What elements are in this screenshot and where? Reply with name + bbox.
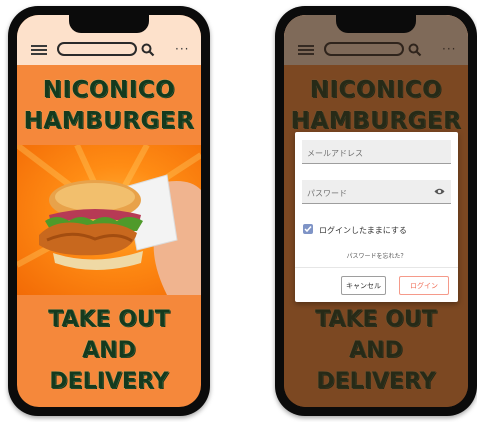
- password-placeholder: パスワード: [307, 189, 347, 198]
- menu-icon[interactable]: [31, 45, 47, 55]
- screen: ··· NICONICO HAMBURGER TAKE OUT AND DELI…: [17, 15, 201, 407]
- remember-checkbox[interactable]: [303, 224, 313, 234]
- email-placeholder: メールアドレス: [307, 149, 363, 158]
- login-dialog: メールアドレス パスワード ログインしたままにする パスワードを忘れた？ キャン…: [295, 132, 458, 302]
- phone-home-screen: ··· NICONICO HAMBURGER TAKE OUT AND DELI…: [8, 6, 210, 416]
- divider: [295, 267, 458, 268]
- phone-notch: [336, 15, 416, 33]
- brand-title: NICONICO HAMBURGER: [17, 75, 201, 137]
- forgot-password-link[interactable]: パスワードを忘れた？: [295, 251, 458, 260]
- screen: ··· NICONICO HAMBURGER TAKE OUT AND DELI…: [284, 15, 468, 407]
- brand-line-2: HAMBURGER: [23, 108, 195, 134]
- search-input[interactable]: [57, 42, 137, 56]
- login-button[interactable]: ログイン: [399, 276, 449, 295]
- phone-login-screen: ··· NICONICO HAMBURGER TAKE OUT AND DELI…: [275, 6, 477, 416]
- password-field[interactable]: パスワード: [302, 180, 451, 204]
- tagline-line-3: DELIVERY: [49, 369, 169, 394]
- cancel-button[interactable]: キャンセル: [341, 276, 386, 295]
- hero-burger-image: [17, 145, 201, 295]
- remember-label: ログインしたままにする: [319, 226, 407, 235]
- brand-line-1: NICONICO: [42, 77, 176, 103]
- tagline-line-2: AND: [82, 338, 136, 363]
- tagline-line-1: TAKE OUT: [48, 307, 170, 332]
- tagline: TAKE OUT AND DELIVERY: [17, 304, 201, 397]
- more-icon[interactable]: ···: [175, 42, 189, 56]
- eye-icon[interactable]: [434, 187, 445, 196]
- email-field[interactable]: メールアドレス: [302, 140, 451, 164]
- phone-notch: [69, 15, 149, 33]
- search-icon[interactable]: [141, 43, 155, 57]
